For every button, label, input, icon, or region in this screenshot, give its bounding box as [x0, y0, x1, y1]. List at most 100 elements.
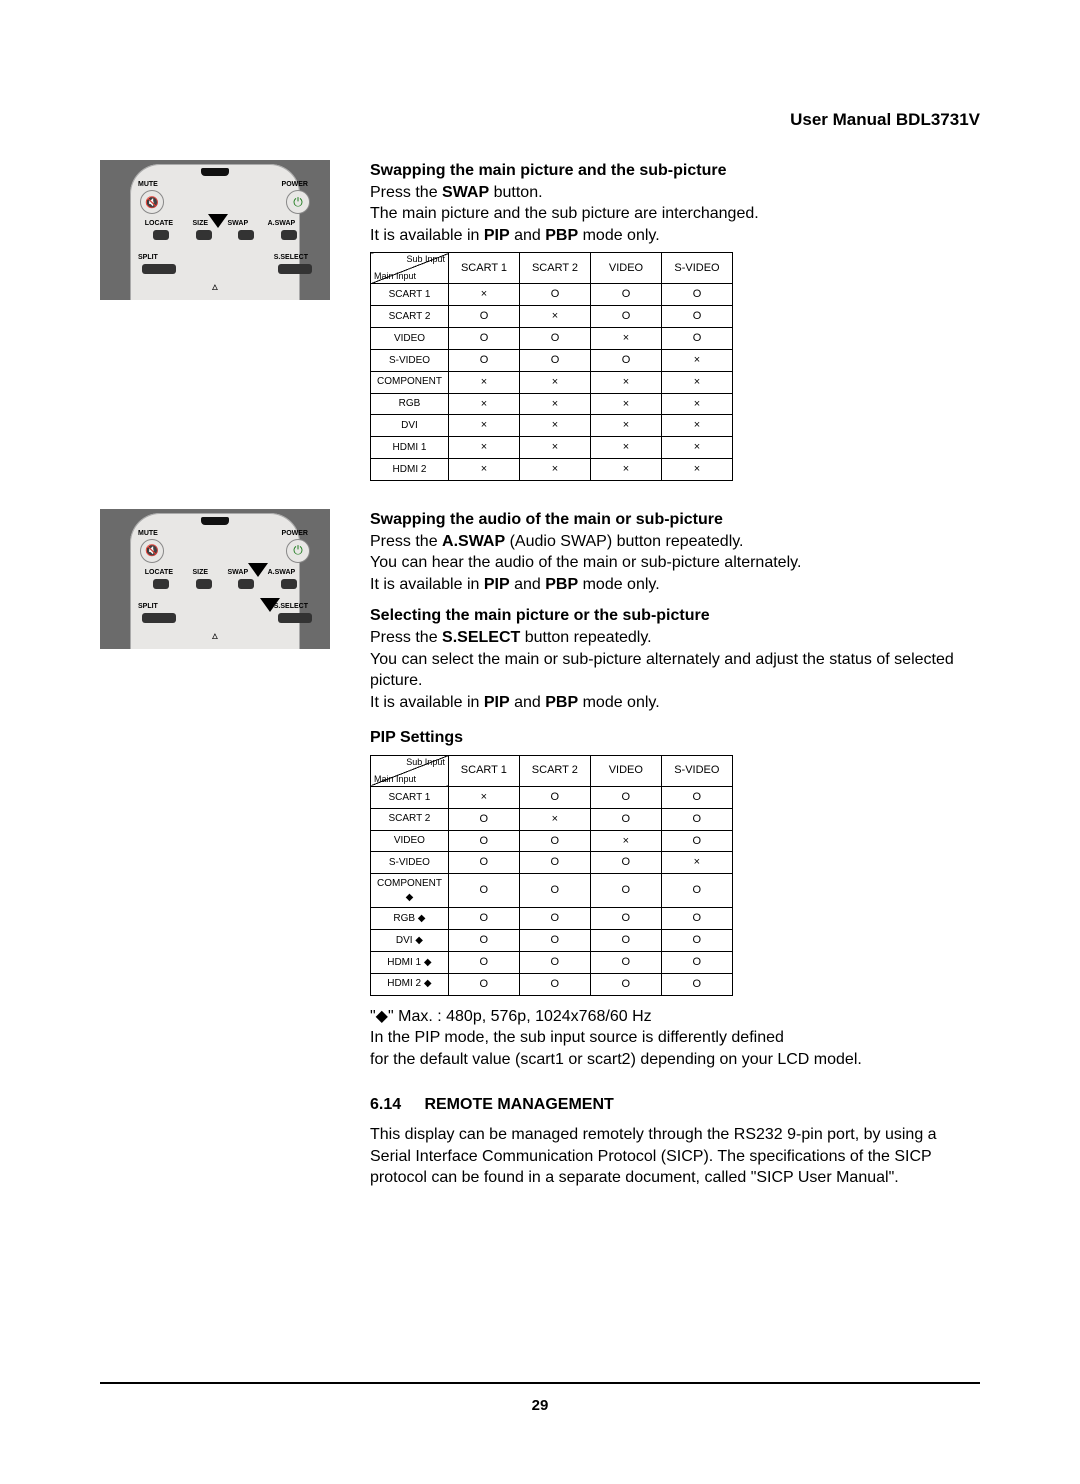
row-label: RGB	[371, 393, 449, 415]
label-aswap: A.SWAP	[268, 220, 296, 227]
size-button-icon	[196, 230, 212, 240]
cell: O	[448, 973, 519, 995]
cell: O	[519, 951, 590, 973]
remote-management-heading: 6.14 REMOTE MANAGEMENT	[370, 1094, 980, 1116]
cell: O	[590, 930, 661, 952]
row-label: DVI	[371, 415, 449, 437]
cell: O	[662, 306, 733, 328]
cell: ×	[591, 371, 662, 393]
cell: O	[590, 786, 661, 808]
label-swap: SWAP	[228, 220, 249, 227]
cell: ×	[520, 371, 591, 393]
row-label: SCART 2	[371, 808, 449, 830]
triangle-up-icon: △	[212, 633, 217, 640]
table-row: S-VIDEOOOO×	[371, 852, 733, 874]
cell: O	[661, 973, 732, 995]
table-diag-header: Sub Input Main Input	[371, 755, 449, 786]
sselect-button-icon	[278, 264, 312, 274]
cell: O	[661, 808, 732, 830]
cell: ×	[520, 306, 591, 328]
cell: O	[448, 908, 519, 930]
cell: ×	[519, 808, 590, 830]
cell: O	[520, 328, 591, 350]
table-row: DVIOOOO	[371, 930, 733, 952]
cell: O	[519, 830, 590, 852]
aswap-button-icon	[281, 579, 297, 589]
pip-settings-title: PIP Settings	[370, 727, 980, 749]
cell: ×	[520, 437, 591, 459]
row-label: COMPONENT	[371, 371, 449, 393]
cell: O	[448, 874, 519, 908]
cell: O	[590, 951, 661, 973]
cell: O	[590, 973, 661, 995]
cell: O	[519, 874, 590, 908]
label-mute: MUTE	[138, 530, 158, 537]
cell: ×	[591, 437, 662, 459]
cell: ×	[662, 349, 733, 371]
power-button-icon	[286, 539, 310, 563]
triangle-up-icon: △	[212, 284, 217, 291]
cell: ×	[449, 393, 520, 415]
col-video: VIDEO	[591, 253, 662, 284]
locate-button-icon	[153, 230, 169, 240]
row-label: HDMI 1	[371, 437, 449, 459]
cell: ×	[591, 459, 662, 481]
swap-audio-text: Press the A.SWAP (Audio SWAP) button rep…	[370, 531, 980, 596]
row-label: S-VIDEO	[371, 852, 449, 874]
pointer-arrow-icon-1	[248, 563, 268, 577]
remote-management-body: This display can be managed remotely thr…	[370, 1124, 980, 1189]
table-row: RGBOOOO	[371, 908, 733, 930]
row-label: SCART 2	[371, 306, 449, 328]
table-row: SCART 1×OOO	[371, 284, 733, 306]
cell: O	[590, 852, 661, 874]
row-label: RGB	[371, 908, 449, 930]
pip-notes: "◆" Max. : 480p, 576p, 1024x768/60 Hz In…	[370, 1006, 980, 1071]
locate-button-icon	[153, 579, 169, 589]
select-main-title: Selecting the main picture or the sub-pi…	[370, 605, 980, 627]
row-label: COMPONENT	[371, 874, 449, 908]
col-svideo: S-VIDEO	[662, 253, 733, 284]
table-row: VIDEOOO×O	[371, 328, 733, 350]
table-row: HDMI 1××××	[371, 437, 733, 459]
ir-window-icon	[201, 517, 229, 525]
mute-button-icon	[140, 190, 164, 214]
cell: O	[591, 284, 662, 306]
cell: ×	[662, 393, 733, 415]
col-svideo: S-VIDEO	[661, 755, 732, 786]
label-mute: MUTE	[138, 181, 158, 188]
cell: O	[520, 284, 591, 306]
power-button-icon	[286, 190, 310, 214]
row-label: VIDEO	[371, 830, 449, 852]
cell: O	[661, 786, 732, 808]
remote-image-aswap: MUTE POWER LOCATE SIZE SWAP A.SWAP	[100, 509, 330, 649]
table-row: HDMI 2OOOO	[371, 973, 733, 995]
cell: ×	[449, 284, 520, 306]
cell: ×	[591, 393, 662, 415]
cell: O	[449, 328, 520, 350]
label-swap: SWAP	[228, 569, 249, 576]
cell: ×	[661, 852, 732, 874]
page-header: User Manual BDL3731V	[100, 110, 980, 130]
cell: ×	[591, 328, 662, 350]
label-split: SPLIT	[138, 254, 158, 261]
cell: O	[448, 930, 519, 952]
swap-compat-table: Sub Input Main Input SCART 1 SCART 2 VID…	[370, 252, 733, 481]
table-row: SCART 2O×OO	[371, 306, 733, 328]
swap-button-icon	[238, 230, 254, 240]
cell: O	[662, 328, 733, 350]
row-label: SCART 1	[371, 786, 449, 808]
pip-compat-table: Sub Input Main Input SCART 1 SCART 2 VID…	[370, 755, 733, 996]
row-label: VIDEO	[371, 328, 449, 350]
cell: O	[519, 852, 590, 874]
pointer-arrow-icon-2	[260, 598, 280, 612]
ir-window-icon	[201, 168, 229, 176]
cell: O	[590, 874, 661, 908]
cell: O	[590, 808, 661, 830]
pointer-arrow-icon	[208, 214, 228, 228]
col-scart2: SCART 2	[520, 253, 591, 284]
cell: O	[662, 284, 733, 306]
cell: ×	[520, 415, 591, 437]
label-locate: LOCATE	[145, 220, 173, 227]
col-scart1: SCART 1	[448, 755, 519, 786]
table-row: COMPONENT××××	[371, 371, 733, 393]
